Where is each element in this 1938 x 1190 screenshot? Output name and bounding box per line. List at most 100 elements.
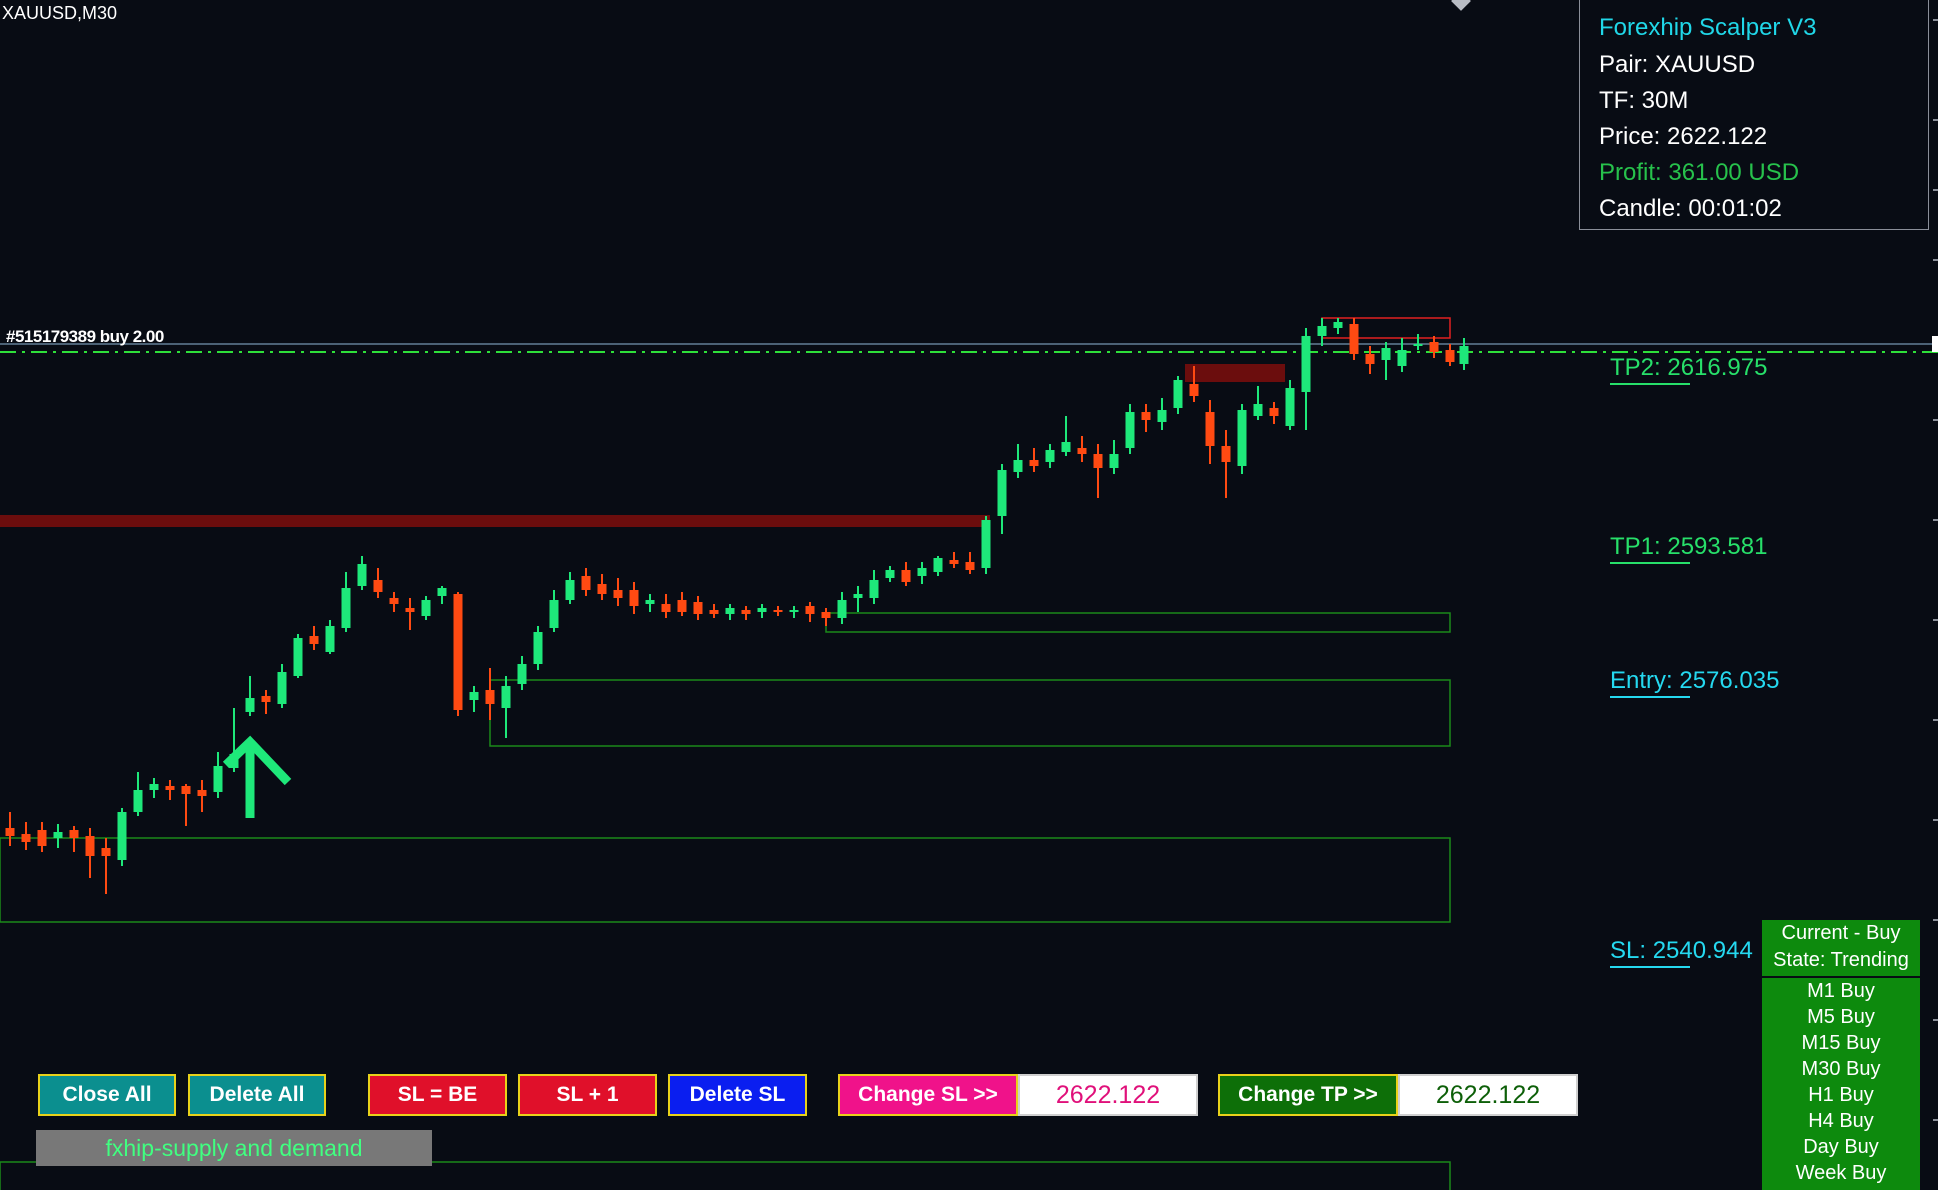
bear-candle	[389, 598, 399, 604]
bear-candle	[261, 696, 271, 702]
bear-candle	[1445, 350, 1455, 362]
bear-candle	[661, 604, 671, 612]
bull-candle	[789, 610, 799, 612]
bear-candle	[1093, 454, 1103, 468]
sl-breakeven-button[interactable]: SL = BE	[368, 1074, 507, 1116]
timeframe-text: TF: 30M	[1599, 87, 1689, 114]
bear-candle	[629, 590, 639, 606]
tp1-label: TP1: 2593.581	[1610, 533, 1767, 564]
order-label: #515179389 buy 2.00	[6, 327, 164, 346]
bear-candle	[1349, 324, 1359, 354]
tp2-underline	[1610, 383, 1690, 385]
bull-candle	[469, 692, 479, 700]
tf-signal-day: Day Buy	[1803, 1136, 1879, 1158]
sl-underline	[1610, 966, 1690, 968]
bull-candle	[1173, 380, 1183, 408]
candle-timer: Candle: 00:01:02	[1599, 195, 1782, 222]
bear-candle	[69, 830, 79, 838]
bear-candle	[1205, 412, 1215, 446]
sl-text: SL: 2540.944	[1610, 937, 1753, 964]
bull-candle	[1381, 348, 1391, 360]
demand-zone-2	[489, 679, 1451, 747]
bull-candle	[917, 568, 927, 576]
bull-candle	[1459, 346, 1469, 364]
bear-candle	[1269, 408, 1279, 416]
bear-candle	[741, 610, 751, 614]
bull-candle	[325, 626, 335, 652]
demand-zone-3	[825, 612, 1451, 633]
info-panel: Forexhip Scalper V3 Pair: XAUUSD TF: 30M…	[1579, 0, 1929, 230]
bear-candle	[485, 690, 495, 704]
bull-candle	[117, 812, 127, 860]
bull-candle	[1109, 454, 1119, 468]
bull-candle	[725, 608, 735, 614]
bull-candle	[1333, 322, 1343, 328]
tp-value-field[interactable]: 2622.122	[1398, 1074, 1578, 1116]
bull-candle	[565, 580, 575, 600]
bear-candle	[85, 836, 95, 856]
bull-candle	[1285, 388, 1295, 426]
price-text: Price: 2622.122	[1599, 123, 1768, 150]
bear-candle	[1221, 446, 1231, 462]
entry-underline	[1610, 696, 1690, 698]
bull-candle	[933, 558, 943, 572]
bear-candle	[21, 834, 31, 842]
delete-all-button[interactable]: Delete All	[188, 1074, 326, 1116]
bull-candle	[341, 588, 351, 628]
bear-candle	[197, 790, 207, 796]
bull-candle	[149, 784, 159, 790]
bear-candle	[37, 830, 47, 846]
sl-plus-one-button[interactable]: SL + 1	[518, 1074, 657, 1116]
tf-signal-m1: M1 Buy	[1807, 980, 1875, 1002]
bull-candle	[1397, 350, 1407, 366]
current-signal: Current - Buy	[1781, 922, 1901, 944]
delete-sl-button[interactable]: Delete SL	[668, 1074, 807, 1116]
indicator-button[interactable]: fxhip-supply and demand	[36, 1130, 432, 1166]
bull-candle	[1045, 450, 1055, 462]
bull-candle	[549, 600, 559, 628]
bear-candle	[405, 608, 415, 612]
bear-candle	[165, 786, 175, 790]
bull-candle	[1253, 404, 1263, 416]
close-all-button[interactable]: Close All	[38, 1074, 176, 1116]
bull-candle	[645, 600, 655, 604]
bear-candle	[309, 636, 319, 644]
buy-arrow-icon	[222, 735, 292, 818]
bull-candle	[869, 580, 879, 598]
bull-candle	[133, 790, 143, 812]
bull-candle	[837, 600, 847, 618]
change-tp-button[interactable]: Change TP >>	[1218, 1074, 1398, 1116]
bull-candle	[421, 600, 431, 616]
tf-signal-m15: M15 Buy	[1801, 1032, 1881, 1054]
bull-candle	[437, 588, 447, 596]
bull-candle	[1157, 410, 1167, 422]
bull-candle	[1413, 344, 1423, 346]
tf-signal-week: Week Buy	[1795, 1162, 1887, 1184]
bull-candle	[1301, 336, 1311, 392]
bear-candle	[1189, 384, 1199, 396]
bear-candle	[1429, 342, 1439, 352]
bull-candle	[357, 564, 367, 586]
bear-candle	[965, 562, 975, 570]
sl-label: SL: 2540.944	[1610, 937, 1753, 968]
tf-signal-h1: H1 Buy	[1808, 1084, 1874, 1106]
pair-text: Pair: XAUUSD	[1599, 51, 1756, 78]
panel-title: Forexhip Scalper V3	[1599, 14, 1817, 41]
bull-candle	[1317, 326, 1327, 336]
bull-candle	[293, 638, 303, 676]
change-sl-button[interactable]: Change SL >>	[838, 1074, 1018, 1116]
bear-candle	[1141, 412, 1151, 420]
sl-value-field[interactable]: 2622.122	[1018, 1074, 1198, 1116]
bear-candle	[581, 576, 591, 590]
tp2-text: TP2: 2616.975	[1610, 354, 1768, 381]
bull-candle	[1237, 410, 1247, 466]
bear-candle	[1077, 448, 1087, 454]
bull-candle	[277, 672, 287, 704]
tf-signal-m30: M30 Buy	[1801, 1058, 1881, 1080]
bear-candle	[677, 600, 687, 612]
state-box: Current - Buy State: Trending	[1762, 920, 1920, 976]
bull-candle	[1061, 442, 1071, 452]
bull-candle	[981, 520, 991, 568]
bear-candle	[901, 570, 911, 582]
bear-candle	[1029, 460, 1039, 466]
